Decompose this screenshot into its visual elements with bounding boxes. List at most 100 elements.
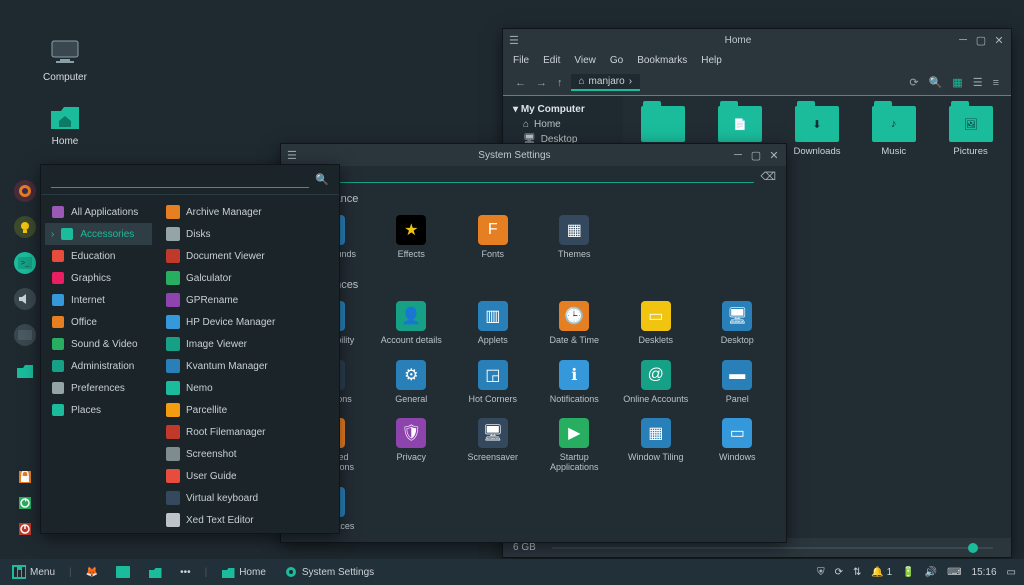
- task-settings[interactable]: System Settings: [280, 563, 378, 581]
- tray-clock[interactable]: 15:16: [972, 567, 997, 578]
- dock-volume-icon[interactable]: [14, 288, 36, 310]
- menu-category[interactable]: Graphics: [45, 267, 152, 289]
- settings-tile[interactable]: ▭Windows: [697, 414, 779, 477]
- settings-tile[interactable]: 🕒Date & Time: [534, 297, 616, 349]
- dock-app-icon[interactable]: [14, 324, 36, 346]
- fm-menu-help[interactable]: Help: [701, 55, 722, 66]
- menu-app-item[interactable]: GPRename: [160, 289, 335, 311]
- settings-tile[interactable]: ▶Startup Applications: [534, 414, 616, 477]
- folder-downloads[interactable]: ⬇Downloads: [781, 106, 854, 157]
- menu-app-item[interactable]: Virtual keyboard: [160, 487, 335, 509]
- panel-firefox-icon[interactable]: 🦊: [82, 565, 102, 580]
- settings-tile[interactable]: ⚙General: [371, 356, 453, 408]
- settings-tile[interactable]: ◲Hot Corners: [452, 356, 534, 408]
- settings-tile[interactable]: 🖥Screensaver: [452, 414, 534, 477]
- refresh-icon[interactable]: ⟳: [907, 76, 920, 89]
- settings-titlebar[interactable]: ☰ System Settings ─ ▢ ✕: [281, 144, 786, 166]
- panel-terminal-icon[interactable]: [112, 564, 134, 580]
- settings-tile[interactable]: ▥Applets: [452, 297, 534, 349]
- settings-tile[interactable]: 🖥Desktop: [697, 297, 779, 349]
- nav-back-icon[interactable]: ←: [513, 77, 528, 89]
- tray-volume-icon[interactable]: 🔊: [925, 567, 937, 578]
- menu-category[interactable]: Education: [45, 245, 152, 267]
- menu-app-item[interactable]: Disks: [160, 223, 335, 245]
- menu-category[interactable]: Internet: [45, 289, 152, 311]
- fm-menu-view[interactable]: View: [574, 55, 596, 66]
- fm-menu-bookmarks[interactable]: Bookmarks: [637, 55, 687, 66]
- menu-app-item[interactable]: Image Viewer: [160, 333, 335, 355]
- menu-app-item[interactable]: Parcellite: [160, 399, 335, 421]
- menu-app-item[interactable]: Galculator: [160, 267, 335, 289]
- fm-menu-go[interactable]: Go: [610, 55, 623, 66]
- tray-notification-icon[interactable]: 🔔 1: [871, 567, 892, 578]
- view-compact-icon[interactable]: ≡: [991, 77, 1001, 89]
- minimize-button[interactable]: ─: [732, 149, 744, 161]
- nav-up-icon[interactable]: ↑: [555, 77, 565, 89]
- settings-search-input[interactable]: [311, 170, 755, 183]
- dock-firefox-icon[interactable]: [14, 180, 36, 202]
- menu-category[interactable]: Office: [45, 311, 152, 333]
- folder-music[interactable]: ♪Music: [857, 106, 930, 157]
- menu-category[interactable]: Preferences: [45, 377, 152, 399]
- panel-more-icon[interactable]: •••: [176, 565, 195, 580]
- maximize-button[interactable]: ▢: [750, 149, 762, 161]
- breadcrumb[interactable]: ⌂ manjaro ›: [571, 74, 641, 91]
- settings-tile[interactable]: @Online Accounts: [615, 356, 697, 408]
- settings-tile[interactable]: ℹNotifications: [534, 356, 616, 408]
- menu-app-item[interactable]: Root Filemanager: [160, 421, 335, 443]
- hamburger-icon[interactable]: ☰: [287, 149, 297, 162]
- dock-terminal-icon[interactable]: >_: [14, 252, 36, 274]
- settings-tile[interactable]: FFonts: [452, 211, 534, 263]
- menu-category[interactable]: All Applications: [45, 201, 152, 223]
- settings-tile[interactable]: ★Effects: [371, 211, 453, 263]
- folder-pictures[interactable]: 🖼Pictures: [934, 106, 1007, 157]
- dock-lock-icon[interactable]: [19, 471, 31, 483]
- view-list-icon[interactable]: ☰: [971, 76, 985, 89]
- desktop-icon-home[interactable]: Home: [40, 100, 90, 147]
- fm-menu-edit[interactable]: Edit: [543, 55, 560, 66]
- clear-icon[interactable]: ⌫: [760, 170, 776, 183]
- nav-forward-icon[interactable]: →: [534, 77, 549, 89]
- fm-menu-file[interactable]: File: [513, 55, 529, 66]
- menu-app-item[interactable]: Archive Manager: [160, 201, 335, 223]
- fm-sidebar-header[interactable]: ▾ My Computer: [507, 102, 619, 117]
- tray-shield-icon[interactable]: ⛨: [817, 567, 825, 578]
- zoom-slider[interactable]: [968, 543, 978, 553]
- menu-category[interactable]: Places: [45, 399, 152, 421]
- menu-app-item[interactable]: Nemo: [160, 377, 335, 399]
- settings-tile[interactable]: ▦Themes: [534, 211, 616, 263]
- search-icon[interactable]: 🔍: [927, 76, 945, 89]
- menu-app-item[interactable]: Screenshot: [160, 443, 335, 465]
- menu-app-item[interactable]: Kvantum Manager: [160, 355, 335, 377]
- menu-app-item[interactable]: Xed Text Editor: [160, 509, 335, 531]
- menu-app-item[interactable]: User Guide: [160, 465, 335, 487]
- menu-search-input[interactable]: [51, 171, 309, 188]
- task-home[interactable]: Home: [217, 565, 270, 580]
- tray-network-icon[interactable]: ⇅: [853, 567, 861, 578]
- search-icon[interactable]: 🔍: [315, 173, 329, 186]
- dock-bulb-icon[interactable]: [14, 216, 36, 238]
- tray-show-desktop-icon[interactable]: ▭: [1007, 567, 1016, 578]
- dock-power-icon[interactable]: [19, 523, 31, 535]
- menu-app-item[interactable]: Document Viewer: [160, 245, 335, 267]
- maximize-button[interactable]: ▢: [975, 34, 987, 46]
- dock-files-icon[interactable]: [14, 360, 36, 382]
- settings-tile[interactable]: ▬Panel: [697, 356, 779, 408]
- tray-battery-icon[interactable]: 🔋: [902, 567, 914, 578]
- dock-restart-icon[interactable]: [19, 497, 31, 509]
- menu-button[interactable]: Menu: [8, 563, 59, 581]
- fm-sidebar-item[interactable]: ⌂Home: [507, 117, 619, 132]
- panel-files-icon[interactable]: [144, 565, 166, 580]
- desktop-icon-computer[interactable]: Computer: [40, 36, 90, 83]
- tray-updates-icon[interactable]: ⟳: [835, 567, 843, 578]
- menu-category[interactable]: Administration: [45, 355, 152, 377]
- close-button[interactable]: ✕: [993, 34, 1005, 46]
- close-button[interactable]: ✕: [768, 149, 780, 161]
- minimize-button[interactable]: ─: [957, 34, 969, 46]
- settings-tile[interactable]: ▭Desklets: [615, 297, 697, 349]
- menu-category[interactable]: ›Accessories: [45, 223, 152, 245]
- hamburger-icon[interactable]: ☰: [509, 34, 519, 47]
- fm-titlebar[interactable]: ☰ Home ─ ▢ ✕: [503, 29, 1011, 51]
- view-icons-icon[interactable]: ▦: [950, 76, 964, 89]
- settings-tile[interactable]: 🛡Privacy: [371, 414, 453, 477]
